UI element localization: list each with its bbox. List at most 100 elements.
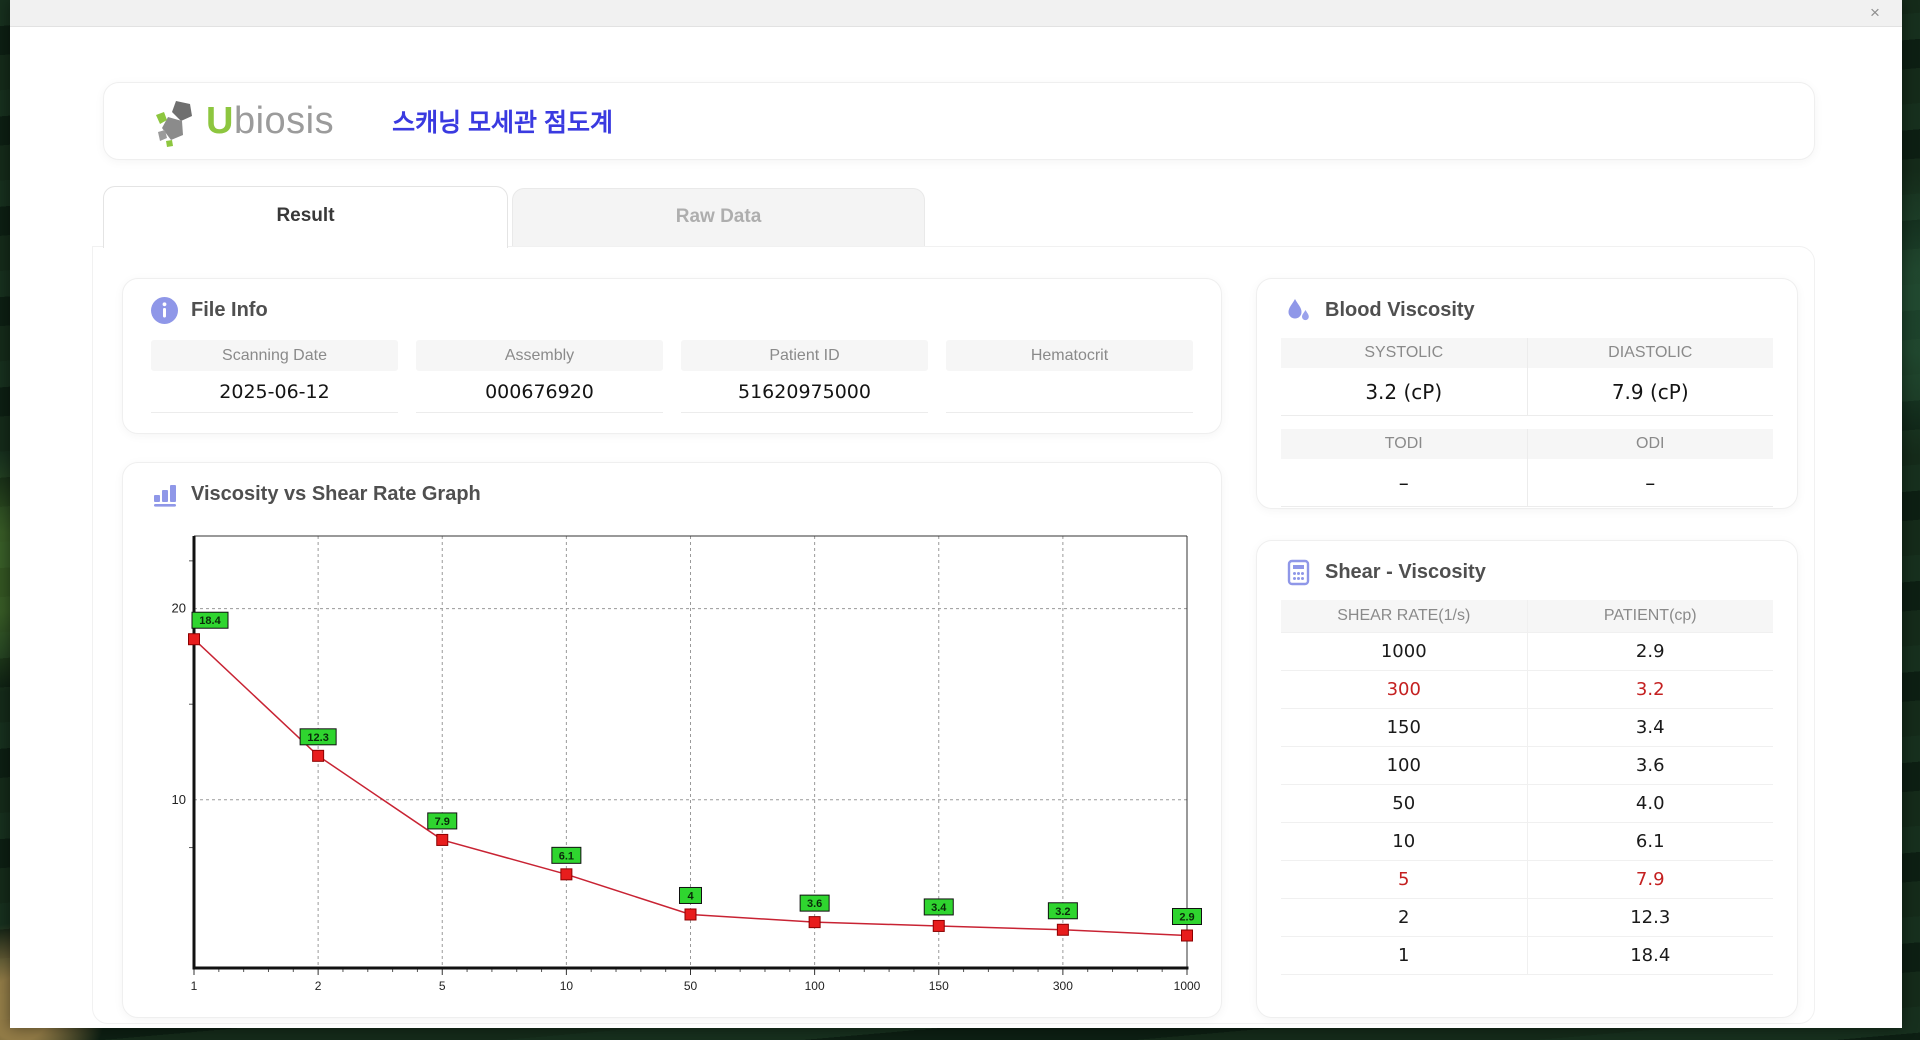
field-label: Hematocrit <box>946 340 1193 371</box>
data-point-label: 7.9 <box>435 816 450 828</box>
table-row-shear-100: 100 3.6 <box>1281 747 1773 785</box>
table-row-shear-10: 10 6.1 <box>1281 823 1773 861</box>
viscosity-graph-card: Viscosity vs Shear Rate Graph 10 20 1 2 5 10 5… <box>122 462 1222 1018</box>
bv-value-odi: – <box>1526 459 1773 507</box>
app-title-korean: 스캐닝 모세관 점도계 <box>392 109 614 137</box>
data-point-label: 4 <box>687 890 694 902</box>
table-row-shear-1000: 1000 2.9 <box>1281 633 1773 671</box>
cell-shear-rate: 300 <box>1386 679 1421 700</box>
x-axis-tick-label: 2 <box>315 979 322 993</box>
cell-shear-rate: 100 <box>1386 755 1421 776</box>
y-axis-tick-label: 20 <box>172 601 186 616</box>
blood-viscosity-grid: SYSTOLIC DIASTOLIC 3.2 (cP) 7.9 (cP) TODI ODI… <box>1281 338 1773 507</box>
data-point-marker <box>560 868 573 881</box>
info-icon <box>151 297 178 324</box>
data-point-label: 3.2 <box>1055 906 1070 918</box>
x-axis-tick-label: 1 <box>191 979 198 993</box>
shear-viscosity-title: Shear - Viscosity <box>1325 561 1486 583</box>
data-point-marker <box>1056 923 1069 936</box>
data-point-label: 12.3 <box>307 732 328 744</box>
field-value: 2025-06-12 <box>151 371 398 413</box>
bv-label-diastolic: DIASTOLIC <box>1526 338 1773 368</box>
table-row-shear-1: 1 18.4 <box>1281 937 1773 975</box>
data-point-label: 18.4 <box>199 615 221 627</box>
ubiosis-logo-text: Ubiosis <box>206 100 334 143</box>
cell-shear-rate: 50 <box>1392 793 1416 814</box>
bv-value-todi: – <box>1281 459 1527 507</box>
x-axis-tick-label: 10 <box>560 979 574 993</box>
shear-viscosity-table: SHEAR RATE(1/s) PATIENT(cp) 1000 2.9 300 3.2 1… <box>1281 600 1773 975</box>
viscosity-chart: 10 20 1 2 5 10 50 100 150 300 1000 18.4 12.3 7.9 6.1 4 3… <box>146 525 1206 1005</box>
file-info-card: File Info Scanning Date 2025-06-12 Assembl… <box>122 278 1222 434</box>
x-axis-tick-label: 5 <box>439 979 446 993</box>
logo-letter-u: U <box>206 99 234 142</box>
x-axis-tick-label: 50 <box>684 979 698 993</box>
data-point-label: 3.6 <box>807 898 822 910</box>
droplets-icon <box>1288 299 1309 321</box>
cell-patient-viscosity: 7.9 <box>1526 861 1774 898</box>
cell-patient-viscosity: 2.9 <box>1526 633 1774 670</box>
viscosity-chart-svg: 10 20 1 2 5 10 50 100 150 300 1000 18.4 12.3 7.9 6.1 4 3… <box>172 535 1202 993</box>
data-point-marker <box>684 908 697 921</box>
tab-result[interactable]: Result <box>103 186 508 248</box>
cell-shear-rate: 10 <box>1392 831 1416 852</box>
data-point-marker <box>1181 929 1193 942</box>
cell-patient-viscosity: 4.0 <box>1526 785 1774 822</box>
cell-shear-rate: 150 <box>1386 717 1421 738</box>
graph-title: Viscosity vs Shear Rate Graph <box>191 483 481 505</box>
cell-patient-viscosity: 3.4 <box>1526 709 1774 746</box>
window-close-icon[interactable]: × <box>1864 2 1886 24</box>
blood-viscosity-card: Blood Viscosity SYSTOLIC DIASTOLIC 3.2 (cP… <box>1256 278 1798 509</box>
field-value: 000676920 <box>416 371 663 413</box>
ubiosis-logo: Ubiosis <box>150 95 334 147</box>
data-point-label: 2.9 <box>1179 912 1194 924</box>
data-point-marker <box>188 633 200 646</box>
ubiosis-logo-icon <box>156 101 192 147</box>
shear-col-header: PATIENT(cp) <box>1526 600 1773 632</box>
app-window: × Ubiosis 스캐닝 모세관 점도계 Result Raw Data Fi… <box>10 0 1902 1028</box>
field-value <box>946 371 1193 413</box>
bv-label-systolic: SYSTOLIC <box>1281 338 1527 368</box>
table-row-shear-50: 50 4.0 <box>1281 785 1773 823</box>
cell-patient-viscosity: 12.3 <box>1526 899 1774 936</box>
blood-viscosity-title: Blood Viscosity <box>1325 299 1475 321</box>
table-row-shear-5: 5 7.9 <box>1281 861 1773 899</box>
bv-value-systolic: 3.2 (cP) <box>1281 368 1527 416</box>
table-row-shear-300: 300 3.2 <box>1281 671 1773 709</box>
bv-label-todi: TODI <box>1281 429 1527 459</box>
shear-col-header: SHEAR RATE(1/s) <box>1281 600 1527 632</box>
data-point-marker <box>932 919 945 932</box>
bv-label-odi: ODI <box>1526 429 1773 459</box>
field-label: Scanning Date <box>151 340 398 371</box>
file-info-title: File Info <box>191 299 268 321</box>
field-label: Assembly <box>416 340 663 371</box>
cell-shear-rate: 2 <box>1398 907 1410 928</box>
calculator-icon <box>1287 559 1310 586</box>
data-point-marker <box>808 916 821 929</box>
cell-shear-rate: 5 <box>1398 869 1410 890</box>
cell-patient-viscosity: 3.6 <box>1526 747 1774 784</box>
table-row-shear-150: 150 3.4 <box>1281 709 1773 747</box>
field-scanning-date: Scanning Date 2025-06-12 <box>151 340 398 413</box>
shear-viscosity-card: Shear - Viscosity SHEAR RATE(1/s) PATIENT… <box>1256 540 1798 1018</box>
field-value: 51620975000 <box>681 371 928 413</box>
logo-word-rest: biosis <box>233 99 335 142</box>
tab-raw-data[interactable]: Raw Data <box>512 188 925 246</box>
data-point-label: 6.1 <box>559 850 574 862</box>
cell-shear-rate: 1 <box>1398 945 1410 966</box>
field-label: Patient ID <box>681 340 928 371</box>
data-point-label: 3.4 <box>931 902 947 914</box>
table-row-shear-2: 2 12.3 <box>1281 899 1773 937</box>
cell-patient-viscosity: 3.2 <box>1526 671 1774 708</box>
data-point-marker <box>436 833 449 846</box>
bar-chart-icon <box>154 485 176 507</box>
cell-patient-viscosity: 18.4 <box>1526 937 1774 974</box>
window-titlebar: × <box>10 0 1902 27</box>
shear-table-header: SHEAR RATE(1/s) PATIENT(cp) <box>1281 600 1773 633</box>
x-axis-tick-label: 150 <box>929 979 949 993</box>
y-axis-tick-label: 10 <box>172 792 186 807</box>
x-axis-tick-label: 1000 <box>1174 979 1201 993</box>
field-patient-id: Patient ID 51620975000 <box>681 340 928 413</box>
file-info-fields: Scanning Date 2025-06-12 Assembly 000676920… <box>123 324 1221 413</box>
bv-value-diastolic: 7.9 (cP) <box>1526 368 1773 416</box>
